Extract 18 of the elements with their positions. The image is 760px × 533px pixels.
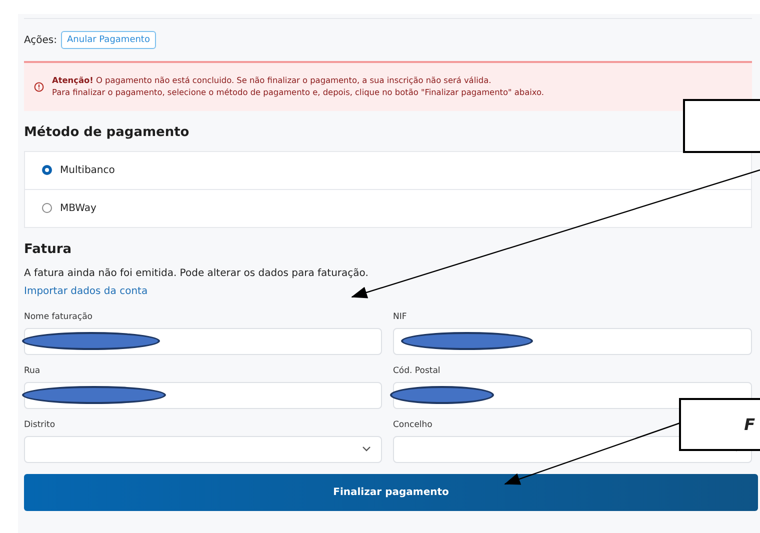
alert-text: Para finalizar o pagamento, selecione o método de pagamento e, depois, clique no botão "Finalizar pagamento" abaixo.	[52, 86, 544, 99]
field-label: Cód. Postal	[393, 366, 440, 376]
option-label[interactable]: MBWay	[60, 202, 96, 214]
cancel-payment-button[interactable]: Anular Pagamento	[61, 31, 156, 49]
callout-tooltip: F	[679, 398, 760, 451]
field-label: Rua	[24, 366, 40, 376]
section-heading: Método de pagamento	[24, 124, 190, 140]
actions-label: Ações:	[24, 34, 58, 46]
invoice-note: A fatura ainda não foi emitida. Pode alterar os dados para faturação.	[24, 268, 370, 279]
field-label: Distrito	[24, 420, 56, 430]
alert-text: Atenção! O pagamento não está concluido. Se não finalizar o pagamento, a sua inscrição não será válida.	[52, 75, 492, 87]
section-heading: Fatura	[24, 242, 73, 257]
option-label[interactable]: Multibanco	[60, 164, 115, 176]
field-label: Nome faturação	[24, 312, 92, 322]
import-link[interactable]: Importar dados da conta	[24, 286, 148, 297]
finalize-payment-button[interactable]: Finalizar pagamento	[24, 474, 758, 511]
field-label: NIF	[393, 312, 407, 322]
field-label: Concelho	[393, 420, 432, 430]
